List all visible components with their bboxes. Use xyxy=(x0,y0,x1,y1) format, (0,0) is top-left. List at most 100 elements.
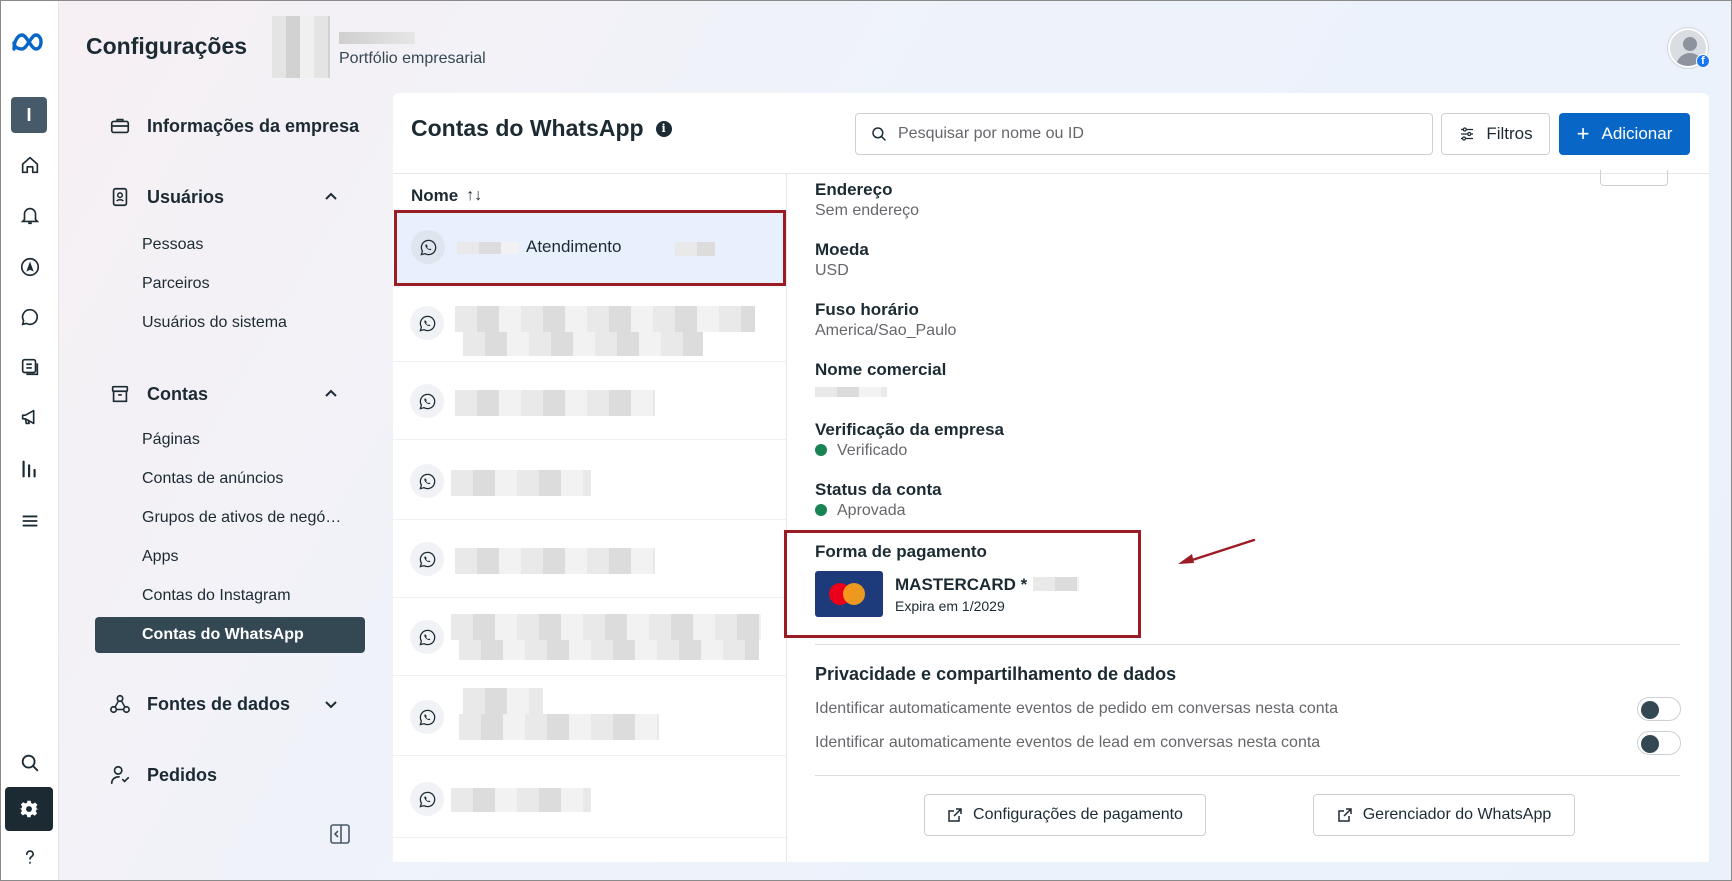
settings-gear-icon[interactable] xyxy=(5,787,53,831)
bell-icon[interactable] xyxy=(12,197,48,233)
nav-orders[interactable]: Pedidos xyxy=(95,762,217,788)
currency-value: USD xyxy=(815,262,849,279)
toggle-orders-switch[interactable] xyxy=(1637,697,1681,721)
nav-item-system-users[interactable]: Usuários do sistema xyxy=(142,314,287,332)
nav-item-ad-accounts[interactable]: Contas de anúncios xyxy=(142,470,283,488)
nav-item-whatsapp-accounts[interactable]: Contas do WhatsApp xyxy=(95,617,365,653)
account-status-text: Aprovada xyxy=(837,502,906,519)
trade-name-redacted xyxy=(815,387,887,397)
help-icon[interactable] xyxy=(12,839,48,875)
section-divider xyxy=(815,644,1680,645)
data-sources-icon xyxy=(107,691,133,717)
nav-item-partners[interactable]: Parceiros xyxy=(142,275,210,293)
account-row[interactable] xyxy=(393,600,786,676)
search-icon[interactable] xyxy=(12,745,48,781)
payment-settings-label: Configurações de pagamento xyxy=(973,806,1183,823)
portfolio-thumbnail[interactable] xyxy=(272,16,330,78)
accounts-list: Nome ↑↓ Atendimento xyxy=(393,174,787,862)
nav-item-instagram-accounts[interactable]: Contas do Instagram xyxy=(142,587,291,605)
meta-logo-icon[interactable] xyxy=(8,25,52,61)
business-avatar[interactable]: I xyxy=(11,97,47,133)
add-button[interactable]: + Adicionar xyxy=(1559,113,1690,155)
nav-item-pages[interactable]: Páginas xyxy=(142,431,200,449)
pages-icon[interactable] xyxy=(12,349,48,385)
nav-accounts-section[interactable]: Contas xyxy=(95,381,340,407)
account-row[interactable] xyxy=(393,762,786,838)
verification-label: Verificação da empresa xyxy=(815,420,1005,439)
toggle-leads-switch[interactable] xyxy=(1637,731,1681,755)
annotation-arrow xyxy=(1178,538,1256,564)
account-row[interactable] xyxy=(393,680,786,756)
search-box[interactable] xyxy=(855,113,1433,155)
section-divider xyxy=(815,775,1680,776)
account-row[interactable] xyxy=(393,522,786,598)
navigation-icon[interactable] xyxy=(12,249,48,285)
name-column-label: Nome xyxy=(411,186,459,205)
home-icon[interactable] xyxy=(12,147,48,183)
whatsapp-icon xyxy=(411,230,445,264)
megaphone-icon[interactable] xyxy=(12,399,48,435)
filters-button[interactable]: Filtros xyxy=(1441,113,1550,155)
chevron-down-icon[interactable] xyxy=(322,695,340,713)
portfolio-name-redacted xyxy=(339,32,415,44)
account-status-label: Status da conta xyxy=(815,480,942,499)
nav-item-apps[interactable]: Apps xyxy=(142,548,178,566)
analytics-icon[interactable] xyxy=(12,451,48,487)
redacted-text xyxy=(457,242,519,254)
edit-button[interactable] xyxy=(1600,170,1668,186)
add-label: Adicionar xyxy=(1601,124,1673,143)
redacted-text xyxy=(675,242,715,256)
filters-label: Filtros xyxy=(1486,124,1533,143)
chat-icon[interactable] xyxy=(12,299,48,335)
sort-icon[interactable]: ↑↓ xyxy=(466,187,482,205)
nav-item-people[interactable]: Pessoas xyxy=(142,236,203,254)
verification-text: Verificado xyxy=(837,442,908,459)
left-rail: I xyxy=(1,1,59,880)
whatsapp-icon xyxy=(410,700,444,734)
status-dot xyxy=(815,444,827,456)
facebook-badge-icon: f xyxy=(1696,54,1710,68)
chevron-up-icon[interactable] xyxy=(322,188,340,206)
chevron-up-icon[interactable] xyxy=(322,385,340,403)
nav-company-info[interactable]: Informações da empresa xyxy=(95,113,359,139)
account-row[interactable] xyxy=(393,286,786,362)
search-input[interactable] xyxy=(898,125,1398,143)
account-row-selected[interactable]: Atendimento xyxy=(394,210,786,286)
menu-icon[interactable] xyxy=(12,503,48,539)
mastercard-icon xyxy=(815,571,883,617)
external-link-icon xyxy=(1337,808,1352,822)
redacted-text xyxy=(463,688,543,714)
nav-accounts-label: Contas xyxy=(147,383,209,404)
whatsapp-manager-button[interactable]: Gerenciador do WhatsApp xyxy=(1313,794,1575,836)
briefcase-icon xyxy=(107,113,133,139)
card-expiry: Expira em 1/2029 xyxy=(895,598,1005,614)
whatsapp-icon xyxy=(410,306,444,340)
redacted-text xyxy=(455,306,755,332)
nav-data-sources[interactable]: Fontes de dados xyxy=(95,691,340,717)
name-column-header[interactable]: Nome ↑↓ xyxy=(411,186,482,206)
account-row[interactable] xyxy=(393,444,786,520)
redacted-text xyxy=(459,640,759,660)
search-icon xyxy=(872,127,886,141)
nav-company-info-label: Informações da empresa xyxy=(147,115,360,136)
collapse-sidebar-icon[interactable] xyxy=(328,822,352,846)
portfolio-subtitle: Portfólio empresarial xyxy=(339,50,486,67)
payment-method-label: Forma de pagamento xyxy=(815,542,987,561)
payment-settings-button[interactable]: Configurações de pagamento xyxy=(924,794,1206,836)
sliders-icon xyxy=(1461,127,1474,141)
account-row[interactable] xyxy=(393,364,786,440)
redacted-text xyxy=(463,332,703,356)
redacted-text xyxy=(455,548,655,574)
nav-users-section[interactable]: Usuários xyxy=(95,184,340,210)
account-details: Endereço Sem endereço Moeda USD Fuso hor… xyxy=(784,170,1709,862)
whatsapp-accounts-panel: Contas do WhatsApp i Filtros + Adicionar… xyxy=(393,93,1709,862)
nav-data-sources-label: Fontes de dados xyxy=(147,693,291,714)
info-icon[interactable]: i xyxy=(655,120,672,137)
redacted-text xyxy=(455,390,655,416)
nav-item-asset-groups[interactable]: Grupos de ativos de negó… xyxy=(142,509,341,527)
archive-icon xyxy=(107,381,133,407)
verification-value: Verificado xyxy=(815,442,907,460)
status-dot xyxy=(815,504,827,516)
toggle-leads-label: Identificar automaticamente eventos de l… xyxy=(815,734,1321,751)
panel-title: Contas do WhatsApp i xyxy=(411,115,672,142)
